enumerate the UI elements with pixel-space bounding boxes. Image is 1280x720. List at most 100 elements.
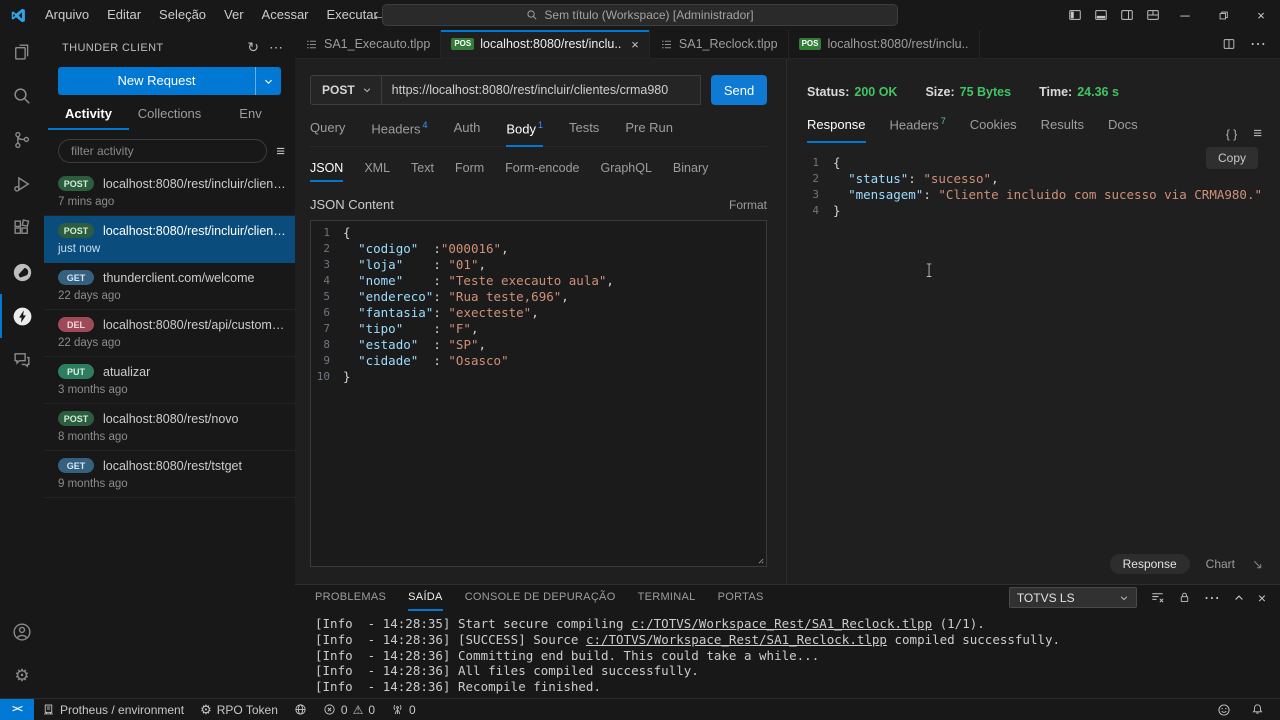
activity-list-item[interactable]: GETthunderclient.com/welcome22 days ago <box>44 263 295 310</box>
activity-bar: ⚙ <box>0 30 44 698</box>
broadcast-tower-icon <box>391 703 404 716</box>
menu-acessar[interactable]: Acessar <box>253 0 318 30</box>
close-window-button[interactable]: × <box>1242 0 1280 30</box>
close-panel-icon[interactable]: × <box>1258 590 1266 606</box>
file-link[interactable]: c:/TOTVS/Workspace_Rest/SA1_Reclock.tlpp <box>586 632 887 647</box>
protheus-environment-item[interactable]: Protheus / environment <box>34 699 192 720</box>
format-button[interactable]: Format <box>729 198 767 212</box>
panel-tab-terminal[interactable]: TERMINAL <box>638 585 696 611</box>
send-button[interactable]: Send <box>711 75 767 105</box>
totvs-extension-icon[interactable] <box>0 250 44 294</box>
request-url-input[interactable] <box>382 75 701 105</box>
body-tab-text[interactable]: Text <box>411 161 434 182</box>
editor-tab[interactable]: SA1_Execauto.tlpp <box>295 30 441 58</box>
file-link[interactable]: c:/TOTVS/Workspace_Rest/SA1_Reclock.tlpp <box>631 616 932 631</box>
close-tab-icon[interactable]: × <box>631 37 639 52</box>
restore-button[interactable] <box>1204 0 1242 30</box>
lock-output-icon[interactable] <box>1178 591 1191 604</box>
toggle-sidebar-icon[interactable] <box>1062 0 1088 30</box>
panel-tab-problemas[interactable]: PROBLEMAS <box>315 585 386 611</box>
source-control-icon[interactable] <box>0 118 44 162</box>
menu-ver[interactable]: Ver <box>215 0 253 30</box>
body-tab-binary[interactable]: Binary <box>673 161 708 182</box>
toggle-secondary-sidebar-icon[interactable] <box>1114 0 1140 30</box>
filter-activity-input[interactable] <box>58 139 267 163</box>
editor-tab[interactable]: POSlocalhost:8080/rest/inclu.. <box>789 30 980 58</box>
json-body-editor[interactable]: 1{2 "codigo" :"000016",3 "loja" : "01",4… <box>310 220 767 567</box>
editor-tab[interactable]: POSlocalhost:8080/rest/inclu..× <box>441 30 650 58</box>
chat-icon[interactable] <box>0 338 44 382</box>
resize-grip-icon[interactable] <box>754 554 764 564</box>
panel-tab-portas[interactable]: PORTAS <box>718 585 764 611</box>
menu-arquivo[interactable]: Arquivo <box>36 0 98 30</box>
menu-seleção[interactable]: Seleção <box>150 0 215 30</box>
clear-output-icon[interactable] <box>1150 590 1165 605</box>
new-request-button[interactable]: New Request <box>58 67 281 95</box>
response-tab-response[interactable]: Response <box>807 117 866 143</box>
activity-list-item[interactable]: POSTlocalhost:8080/rest/novo8 months ago <box>44 404 295 451</box>
settings-gear-icon[interactable]: ⚙ <box>0 654 44 698</box>
response-tab-cookies[interactable]: Cookies <box>970 117 1017 143</box>
editor-tab[interactable]: SA1_Reclock.tlpp <box>650 30 789 58</box>
panel-more-icon[interactable]: ⋯ <box>1204 588 1220 608</box>
response-tab-docs[interactable]: Docs <box>1108 117 1138 143</box>
expand-diagonal-icon[interactable] <box>1251 558 1264 571</box>
notifications-bell-icon[interactable] <box>1243 703 1272 716</box>
response-view-button[interactable]: Response <box>1110 554 1190 574</box>
thunder-client-icon[interactable] <box>0 294 44 338</box>
customize-layout-icon[interactable] <box>1140 0 1166 30</box>
body-tab-form-encode[interactable]: Form-encode <box>505 161 579 182</box>
activity-list-item[interactable]: POSTlocalhost:8080/rest/incluir/clientes… <box>44 216 295 263</box>
chart-view-button[interactable]: Chart <box>1206 557 1235 571</box>
command-center[interactable]: Sem título (Workspace) [Administrador] <box>382 4 898 26</box>
refresh-icon[interactable]: ↻ <box>247 39 259 56</box>
output-channel-select[interactable]: TOTVS LS <box>1009 587 1137 608</box>
request-tab-tests[interactable]: Tests <box>569 120 599 147</box>
sort-hamburger-icon[interactable]: ≡ <box>276 143 285 160</box>
sidebar-tab-activity[interactable]: Activity <box>48 106 129 130</box>
new-request-dropdown-icon[interactable] <box>255 67 281 95</box>
globe-item[interactable] <box>286 699 315 720</box>
request-tab-headers[interactable]: Headers4 <box>371 120 427 147</box>
minimize-button[interactable]: ─ <box>1166 0 1204 30</box>
request-tab-pre-run[interactable]: Pre Run <box>625 120 673 147</box>
body-tab-form[interactable]: Form <box>455 161 484 182</box>
panel-tab-sa-da[interactable]: SAÍDA <box>408 585 443 611</box>
method-select[interactable]: POST <box>310 75 382 105</box>
activity-list-item[interactable]: POSTlocalhost:8080/rest/incluir/clientes… <box>44 169 295 216</box>
activity-list-item[interactable]: PUTatualizar3 months ago <box>44 357 295 404</box>
body-tab-json[interactable]: JSON <box>310 161 343 182</box>
run-debug-icon[interactable] <box>0 162 44 206</box>
explorer-icon[interactable] <box>0 30 44 74</box>
braces-icon[interactable]: { } <box>1226 127 1237 141</box>
request-tab-query[interactable]: Query <box>310 120 345 147</box>
activity-list-item[interactable]: DELlocalhost:8080/rest/api/custom/sz9/00… <box>44 310 295 357</box>
request-tab-body[interactable]: Body1 <box>506 120 543 147</box>
sidebar-tab-collections[interactable]: Collections <box>129 106 210 130</box>
remote-indicator[interactable]: >< <box>0 699 34 720</box>
ports-item[interactable]: 0 <box>383 699 424 720</box>
body-tab-xml[interactable]: XML <box>364 161 390 182</box>
feedback-smiley-icon[interactable] <box>1209 703 1239 717</box>
response-menu-icon[interactable]: ≡ <box>1253 125 1262 142</box>
sidebar-tab-env[interactable]: Env <box>210 106 291 130</box>
response-tab-results[interactable]: Results <box>1041 117 1084 143</box>
response-tab-headers[interactable]: Headers7 <box>890 116 946 143</box>
extensions-icon[interactable] <box>0 206 44 250</box>
activity-list-item[interactable]: GETlocalhost:8080/rest/tstget9 months ag… <box>44 451 295 498</box>
problems-item[interactable]: 0 ⚠ 0 <box>315 699 383 720</box>
menu-editar[interactable]: Editar <box>98 0 150 30</box>
copy-button[interactable]: Copy <box>1206 147 1258 169</box>
sidebar-more-icon[interactable]: ⋯ <box>269 39 283 56</box>
split-editor-icon[interactable] <box>1222 37 1236 51</box>
maximize-panel-icon[interactable] <box>1233 592 1245 604</box>
code-line: 10} <box>311 369 766 385</box>
rpo-token-item[interactable]: ⚙ RPO Token <box>192 699 286 720</box>
toggle-panel-icon[interactable] <box>1088 0 1114 30</box>
panel-tab-console-de-depura-o[interactable]: CONSOLE DE DEPURAÇÃO <box>465 585 616 611</box>
tab-more-actions-icon[interactable]: ⋯ <box>1250 34 1266 54</box>
search-icon[interactable] <box>0 74 44 118</box>
account-icon[interactable] <box>0 610 44 654</box>
request-tab-auth[interactable]: Auth <box>454 120 481 147</box>
body-tab-graphql[interactable]: GraphQL <box>601 161 652 182</box>
